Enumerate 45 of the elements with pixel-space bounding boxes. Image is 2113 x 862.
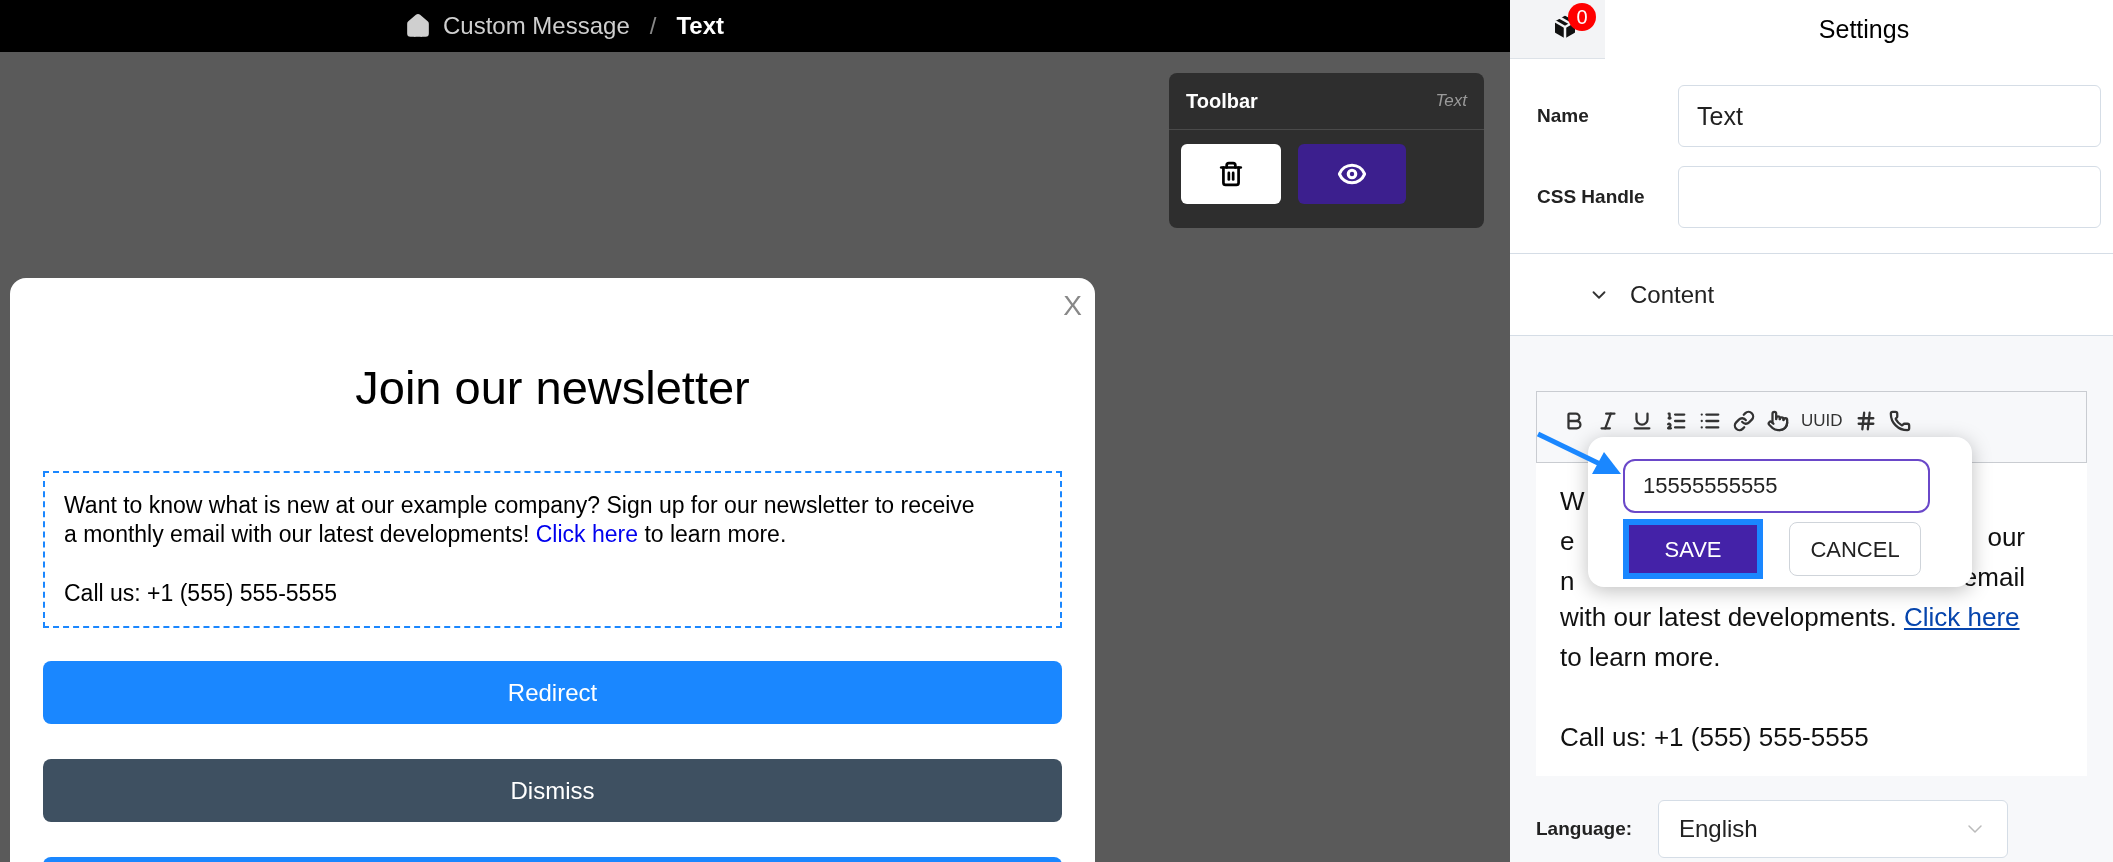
editor-link[interactable]: Click here [1903, 602, 2020, 632]
editor-text: e [1560, 525, 1575, 557]
language-select[interactable]: English [1658, 800, 2008, 858]
close-button[interactable]: X [1063, 292, 1082, 320]
phone-icon[interactable] [1888, 410, 1911, 432]
editor-text: to learn more. [1560, 641, 1722, 674]
element-type: Text [1435, 90, 1467, 113]
elements-tab[interactable]: 0 [1510, 0, 1605, 59]
count-badge: 0 [1568, 3, 1596, 31]
editor-text: our [1987, 521, 2025, 554]
field-label: CSS Handle [1537, 184, 1646, 209]
click-here-link[interactable]: Click here [535, 521, 638, 547]
preview-button[interactable] [1298, 144, 1406, 204]
trash-icon [1218, 161, 1244, 187]
breadcrumb-item: Text [676, 11, 724, 41]
bullet-list-icon[interactable] [1699, 410, 1721, 432]
editor-text: n [1560, 565, 1575, 597]
toolbar-title: Toolbar [1186, 89, 1258, 114]
home-icon[interactable] [405, 13, 431, 39]
modal-button[interactable]: Dismiss [43, 759, 1062, 822]
hand-pointer-icon[interactable] [1767, 410, 1789, 432]
numbered-list-icon[interactable] [1665, 410, 1687, 432]
breadcrumb-separator: / [649, 11, 657, 41]
editor-text: with our latest developments. Click here [1560, 601, 2021, 634]
language-label: Language: [1536, 816, 1634, 841]
save-button[interactable]: SAVE [1623, 519, 1763, 579]
uuid-button[interactable]: UUID [1801, 408, 1843, 434]
underline-icon[interactable] [1631, 410, 1653, 432]
delete-button[interactable] [1181, 144, 1281, 204]
breadcrumb-item[interactable]: Custom Message [443, 8, 630, 44]
text-field[interactable] [1678, 166, 2101, 228]
body-paragraph: Want to know what is new at our example company? Sign up for our newsletter to receive a monthly email with our latest developments! Click here to learn more. [64, 491, 976, 549]
editor-text: Call us: +1 (555) 555-5555 [1560, 721, 1870, 754]
modal-heading: Join our newsletter [354, 364, 751, 411]
field-label: Name [1537, 103, 1590, 128]
modal-button[interactable]: Redirect [43, 661, 1062, 724]
text-field[interactable]: Text [1678, 85, 2101, 147]
call-us-text: Call us: +1 (555) 555-5555 [64, 579, 338, 608]
link-icon[interactable] [1733, 410, 1755, 432]
cancel-button[interactable]: CANCEL [1789, 522, 1921, 576]
section-title[interactable]: Content [1630, 276, 1715, 313]
phone-input[interactable]: 15555555555 [1623, 459, 1930, 513]
italic-icon[interactable] [1597, 410, 1619, 432]
panel-title: Settings [1817, 13, 1910, 45]
editor-text: W [1560, 485, 1585, 517]
